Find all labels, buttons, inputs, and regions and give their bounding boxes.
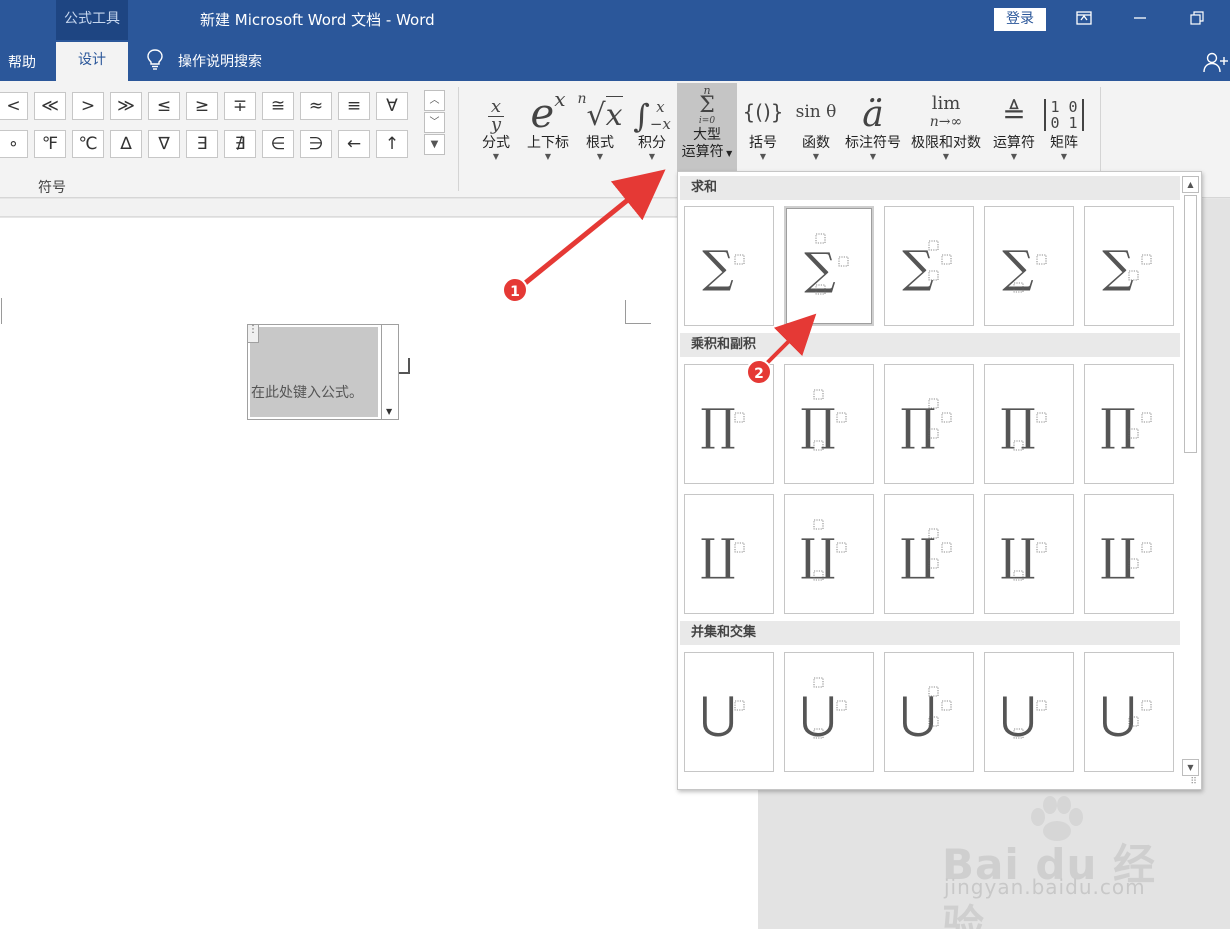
annotation-arrow-1 <box>521 169 666 287</box>
annotation-badge-1: 1 <box>502 277 528 303</box>
baidu-watermark: Bai du 经验 jingyan.baidu.com <box>942 795 1172 929</box>
annotation-badge-2: 2 <box>746 359 772 385</box>
watermark-url: jingyan.baidu.com <box>944 875 1146 899</box>
annotation-arrow-2 <box>762 313 817 368</box>
annotation-arrows <box>521 169 817 368</box>
